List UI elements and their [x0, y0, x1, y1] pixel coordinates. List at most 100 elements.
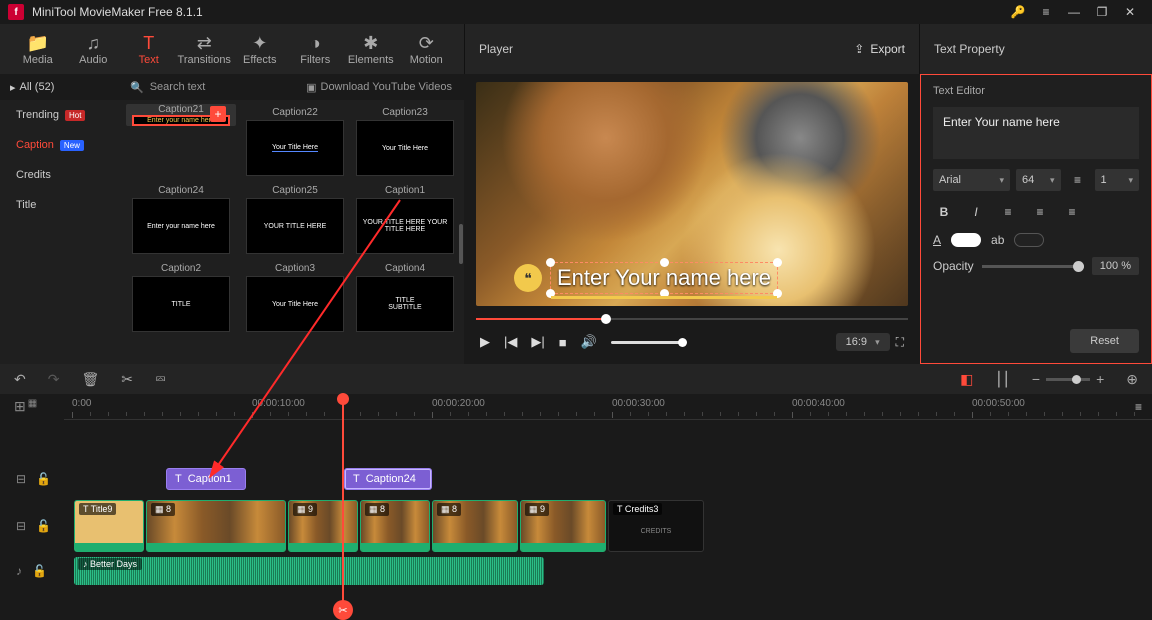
- seek-knob[interactable]: [601, 314, 611, 324]
- text-clip[interactable]: TCaption1: [166, 468, 246, 490]
- sidebar-all[interactable]: ▸ All (52): [0, 74, 118, 100]
- opacity-slider[interactable]: [982, 265, 1084, 268]
- resize-handle[interactable]: [546, 258, 555, 267]
- reset-label: Reset: [1090, 335, 1119, 347]
- video-clip[interactable]: T Title9: [74, 500, 144, 552]
- reset-button[interactable]: Reset: [1070, 329, 1139, 353]
- add-track-button[interactable]: ⊞▦: [14, 398, 37, 415]
- toolbar-audio-button[interactable]: ♫Audio: [66, 24, 122, 74]
- ruler-tick: 00:00:20:00: [432, 398, 485, 409]
- search-input[interactable]: 🔍 Search text: [130, 81, 306, 94]
- video-clip[interactable]: ▦ 8: [432, 500, 518, 552]
- toolbar-media-button[interactable]: 📁Media: [10, 24, 66, 74]
- video-clip[interactable]: ▦ 8: [146, 500, 286, 552]
- thumb-label: Caption24: [158, 182, 204, 198]
- toolbar-filters-button[interactable]: ◑Filters: [288, 24, 344, 74]
- line-select[interactable]: 1: [1095, 169, 1140, 191]
- close-icon[interactable]: ✕: [1116, 0, 1144, 24]
- download-youtube-link[interactable]: ▣ Download YouTube Videos: [306, 81, 452, 94]
- highlight-color-swatch[interactable]: [1014, 233, 1044, 247]
- lock-icon[interactable]: 🔓: [36, 472, 51, 486]
- thumb-caption25[interactable]: Caption25 YOUR TITLE HERE: [244, 182, 346, 254]
- toolbar-elements-button[interactable]: ✱Elements: [343, 24, 399, 74]
- prev-frame-button[interactable]: |◀: [504, 334, 517, 350]
- play-button[interactable]: ▶: [480, 334, 490, 350]
- volume-slider[interactable]: [611, 341, 683, 344]
- lock-icon[interactable]: 🔓: [36, 519, 51, 533]
- library-scrollbar[interactable]: [459, 224, 463, 264]
- zoom-in-button[interactable]: +: [1096, 371, 1104, 387]
- fullscreen-icon[interactable]: ⛶: [896, 335, 904, 350]
- thumb-caption1[interactable]: Caption1 YOUR TITLE HERE YOUR TITLE HERE: [354, 182, 456, 254]
- thumb-caption23[interactable]: Caption23 Your Title Here: [354, 104, 456, 176]
- player-panel: ❝ Enter Your name here 00:00:15:00 / 00:…: [464, 74, 920, 364]
- snap-icon[interactable]: ⎮⎮: [995, 371, 1010, 388]
- text-clip[interactable]: TCaption24: [344, 468, 432, 490]
- thumb-caption21[interactable]: Caption21 Enter your name here+: [126, 104, 236, 126]
- sidebar-item-trending[interactable]: TrendingHot: [0, 100, 118, 130]
- app-title: MiniTool MovieMaker Free 8.1.1: [32, 5, 1004, 19]
- caption-overlay[interactable]: ❝ Enter Your name here: [514, 262, 778, 294]
- redo-button[interactable]: ↷: [48, 371, 60, 388]
- caption-text[interactable]: Enter Your name here: [550, 262, 778, 294]
- size-select[interactable]: 64: [1016, 169, 1061, 191]
- menu-icon[interactable]: ≡: [1032, 0, 1060, 24]
- timeline-ruler[interactable]: 0:0000:00:10:0000:00:20:0000:00:30:0000:…: [64, 394, 1152, 420]
- marker-icon[interactable]: ◧: [960, 371, 973, 388]
- export-button[interactable]: ⇪ Export: [854, 42, 905, 56]
- video-preview[interactable]: ❝ Enter Your name here: [476, 82, 908, 306]
- aspect-select[interactable]: 16:9: [836, 333, 890, 351]
- minimize-icon[interactable]: —: [1060, 0, 1088, 24]
- crop-button[interactable]: ⮹: [155, 371, 166, 388]
- align-center-button[interactable]: ≡: [1029, 201, 1051, 223]
- zoom-slider[interactable]: [1046, 378, 1090, 381]
- zoom-out-button[interactable]: −: [1032, 371, 1040, 387]
- bold-button[interactable]: B: [933, 201, 955, 223]
- clip-badge: T Title9: [79, 503, 116, 515]
- playhead-split-icon[interactable]: ✂: [333, 600, 353, 620]
- playhead[interactable]: ✂: [342, 394, 344, 618]
- resize-handle[interactable]: [660, 258, 669, 267]
- thumb-caption24[interactable]: Caption24 Enter your name here: [126, 182, 236, 254]
- align-right-button[interactable]: ≡: [1061, 201, 1083, 223]
- undo-button[interactable]: ↶: [14, 371, 26, 388]
- toolbar-label: Motion: [410, 54, 443, 66]
- zoom-fit-button[interactable]: ⊕: [1126, 371, 1138, 388]
- volume-icon[interactable]: 🔊: [581, 334, 597, 350]
- sidebar-item-credits[interactable]: Credits: [0, 160, 118, 190]
- export-icon: ⇪: [854, 42, 864, 56]
- maximize-icon[interactable]: ❐: [1088, 0, 1116, 24]
- delete-button[interactable]: 🗑: [81, 371, 99, 388]
- align-left-button[interactable]: ≡: [997, 201, 1019, 223]
- seek-bar[interactable]: [476, 310, 908, 328]
- split-button[interactable]: ✂: [121, 371, 133, 388]
- resize-handle[interactable]: [773, 258, 782, 267]
- sidebar-item-caption[interactable]: CaptionNew: [0, 130, 118, 160]
- audio-clip[interactable]: ♪ Better Days: [74, 557, 544, 585]
- text-content-input[interactable]: Enter Your name here: [933, 107, 1139, 159]
- thumb-caption4[interactable]: Caption4 TITLESUBTITLE: [354, 260, 456, 332]
- italic-button[interactable]: I: [965, 201, 987, 223]
- next-frame-button[interactable]: ▶|: [531, 334, 544, 350]
- thumb-caption3[interactable]: Caption3 Your Title Here: [244, 260, 346, 332]
- toolbar-text-button[interactable]: TText: [121, 24, 177, 74]
- license-key-icon[interactable]: 🔑: [1004, 0, 1032, 24]
- stop-button[interactable]: ■: [559, 335, 567, 350]
- thumb-caption2[interactable]: Caption2 TITLE: [126, 260, 236, 332]
- add-icon[interactable]: +: [210, 106, 226, 122]
- toolbar-effects-button[interactable]: ✦Effects: [232, 24, 288, 74]
- text-color-swatch[interactable]: [951, 233, 981, 247]
- toolbar-transitions-button[interactable]: ⇄Transitions: [177, 24, 233, 74]
- player-title: Player: [479, 42, 854, 56]
- video-clip[interactable]: ▦ 9: [288, 500, 358, 552]
- motion-icon: ⟳: [419, 32, 434, 54]
- video-clip[interactable]: ▦ 9: [520, 500, 606, 552]
- lock-icon[interactable]: 🔓: [32, 564, 47, 578]
- toolbar-motion-button[interactable]: ⟳Motion: [399, 24, 455, 74]
- sidebar-item-title[interactable]: Title: [0, 190, 118, 220]
- video-clip[interactable]: ▦ 8: [360, 500, 430, 552]
- line-value: 1: [1101, 174, 1107, 186]
- thumb-caption22[interactable]: Caption22 Your Title Here: [244, 104, 346, 176]
- credits-clip[interactable]: T Credits3CREDITS: [608, 500, 704, 552]
- font-select[interactable]: Arial: [933, 169, 1010, 191]
